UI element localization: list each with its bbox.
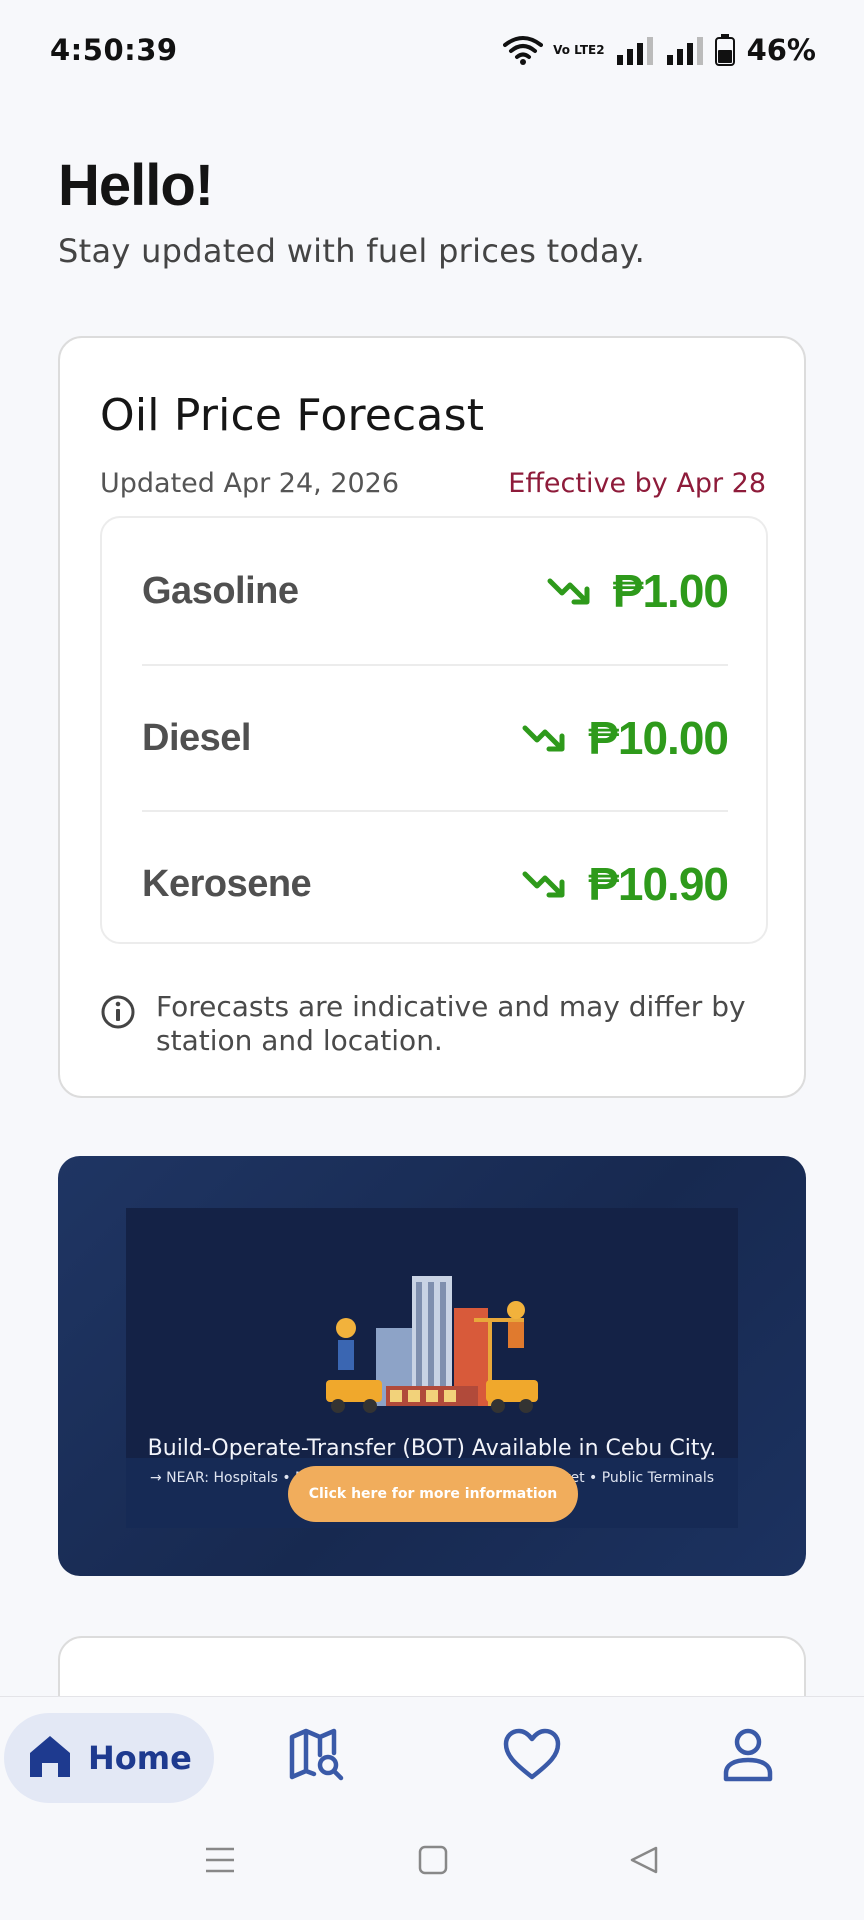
- fuel-name: Kerosene: [142, 862, 312, 905]
- fuel-row-diesel[interactable]: Diesel ₱10.00: [142, 664, 729, 810]
- fuel-name: Diesel: [142, 716, 251, 759]
- forecast-title: Oil Price Forecast: [100, 390, 485, 441]
- trend-down-icon: [547, 576, 591, 606]
- disclaimer-text: Forecasts are indicative and may differ …: [156, 990, 746, 1057]
- profile-icon[interactable]: [722, 1727, 774, 1787]
- map-search-icon[interactable]: [286, 1727, 346, 1787]
- fuel-name: Gasoline: [142, 569, 299, 612]
- bottom-navigation: Home: [0, 1696, 864, 1920]
- status-time: 4:50:39: [50, 33, 178, 67]
- banner-cta-button[interactable]: Click here for more information: [288, 1466, 578, 1522]
- nav-home-tab[interactable]: Home: [4, 1713, 214, 1803]
- volte-indicator: Vo LTE2: [553, 43, 605, 57]
- fuel-price: ₱1.00: [612, 565, 729, 617]
- info-icon: [100, 994, 136, 1034]
- oil-price-forecast-card[interactable]: Oil Price Forecast Updated Apr 24, 2026 …: [58, 336, 806, 1098]
- greeting-title: Hello!: [58, 153, 214, 218]
- fuel-row-kerosene[interactable]: Kerosene ₱10.90: [142, 810, 729, 956]
- greeting-subtitle: Stay updated with fuel prices today.: [58, 232, 646, 270]
- trend-down-icon: [522, 869, 566, 899]
- home-icon: [26, 1733, 74, 1783]
- fuel-price: ₱10.00: [588, 712, 729, 764]
- fuel-price: ₱10.90: [588, 858, 729, 910]
- status-bar: 4:50:39 Vo LTE2 46%: [0, 0, 864, 100]
- system-back-button[interactable]: [628, 1845, 660, 1879]
- heart-icon[interactable]: [502, 1727, 562, 1787]
- signal-icon-2: [665, 35, 705, 65]
- banner-title: Build-Operate-Transfer (BOT) Available i…: [147, 1436, 717, 1461]
- fuel-row-gasoline[interactable]: Gasoline ₱1.00: [142, 518, 729, 664]
- battery-percent: 46%: [746, 33, 816, 67]
- system-recents-button[interactable]: [204, 1845, 236, 1879]
- wifi-icon: [503, 35, 544, 65]
- trend-down-icon: [522, 723, 566, 753]
- construction-illustration: [326, 1276, 538, 1413]
- status-icons: Vo LTE2 46%: [503, 33, 816, 67]
- signal-icon: [615, 35, 655, 65]
- forecast-disclaimer: Forecasts are indicative and may differ …: [100, 990, 770, 1058]
- nav-home-label: Home: [88, 1739, 192, 1777]
- bot-ad-banner[interactable]: Build-Operate-Transfer (BOT) Available i…: [58, 1156, 806, 1576]
- fuel-price-list: Gasoline ₱1.00 Diesel ₱10.00 Kerosene ₱1…: [100, 516, 768, 944]
- forecast-updated-date: Updated Apr 24, 2026: [100, 468, 400, 499]
- battery-icon: [714, 34, 735, 66]
- forecast-effective-date: Effective by Apr 28: [508, 468, 766, 499]
- system-home-button[interactable]: [418, 1845, 448, 1879]
